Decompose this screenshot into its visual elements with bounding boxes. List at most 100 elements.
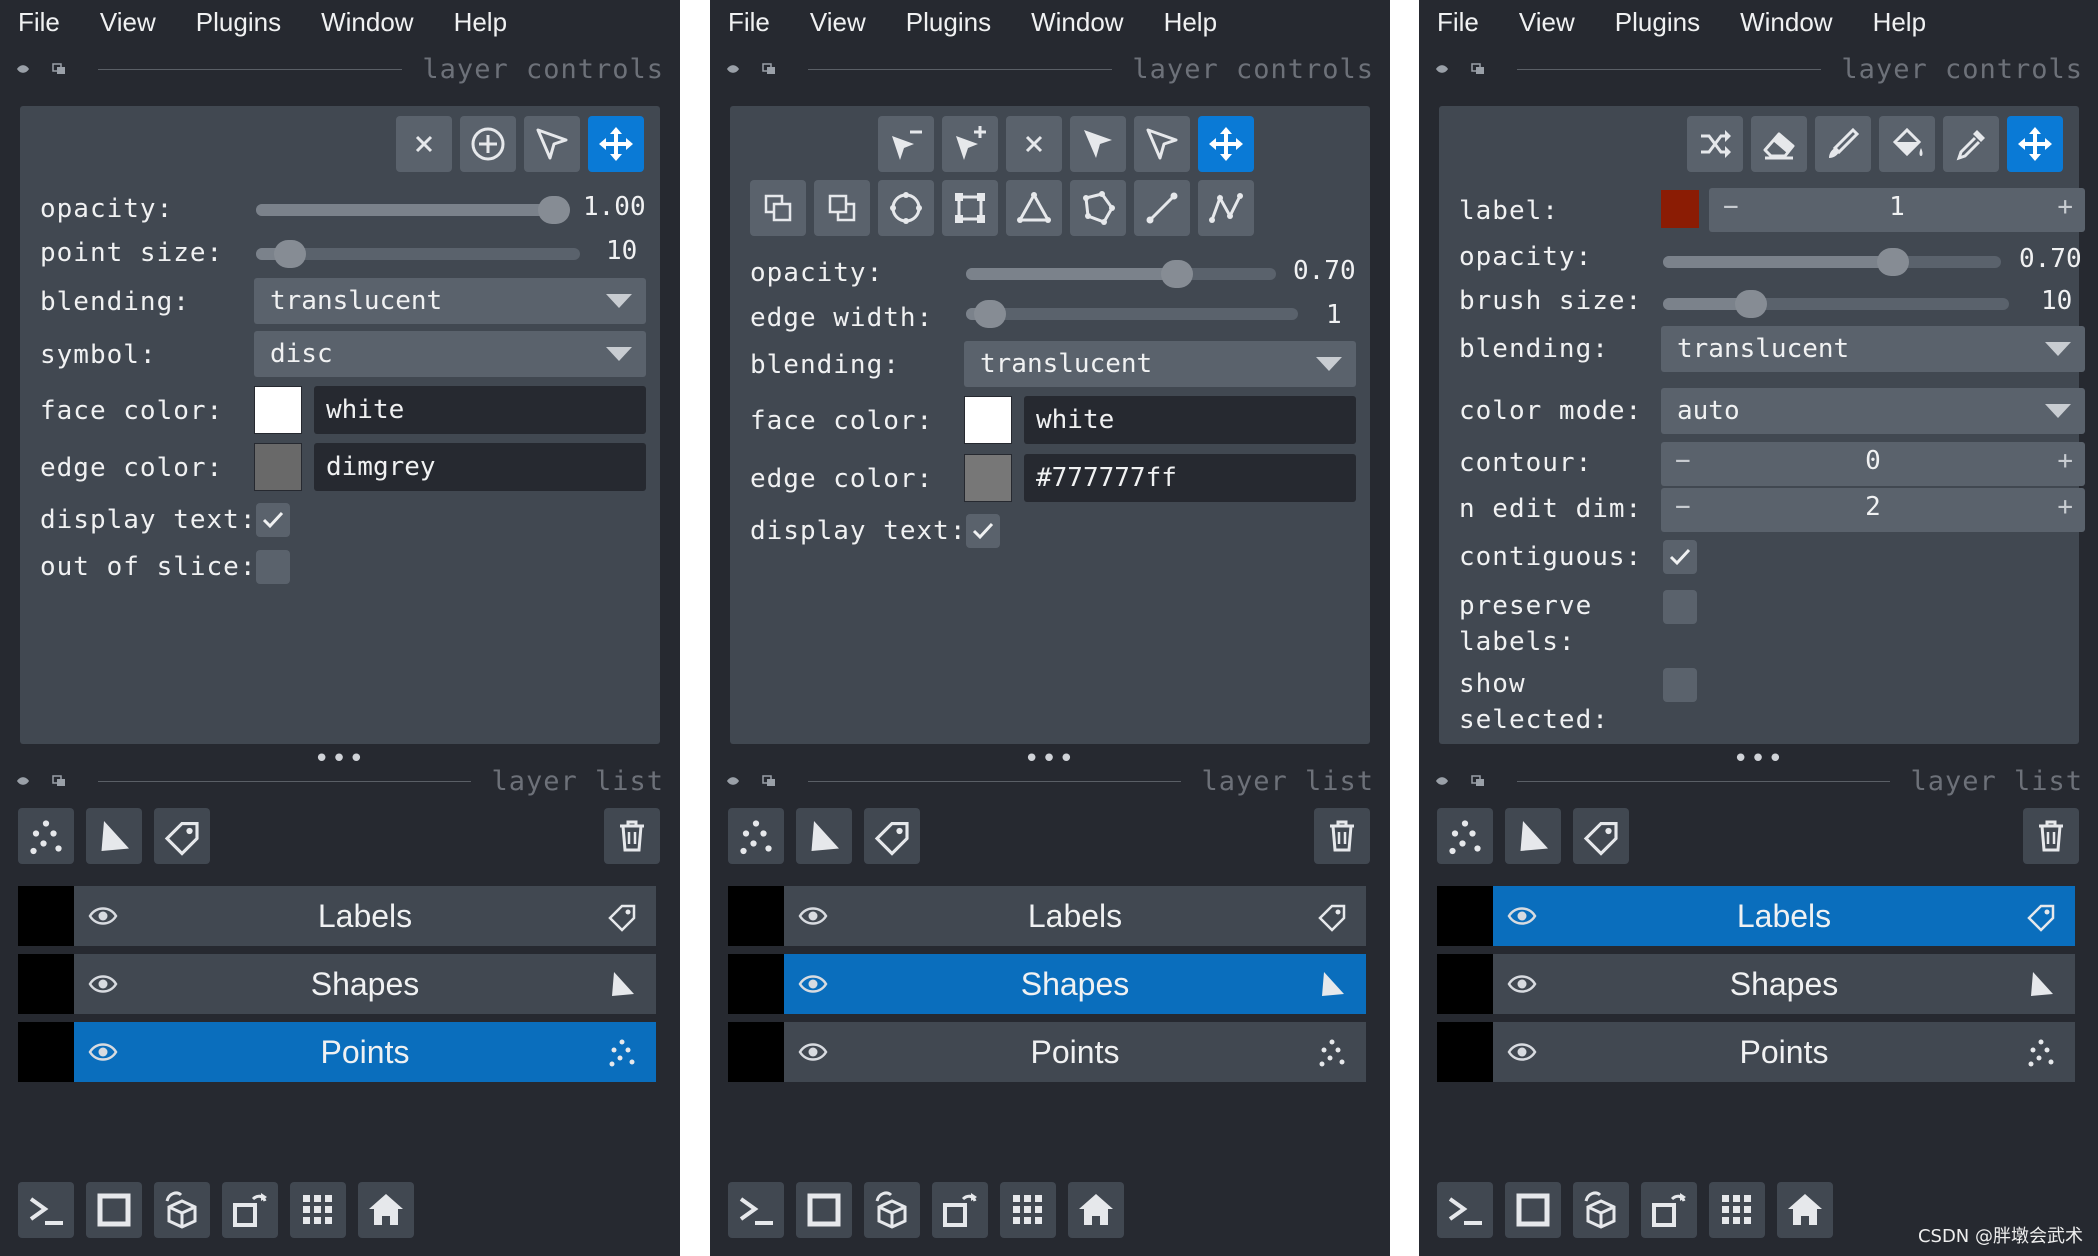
move-front-button[interactable] xyxy=(750,180,806,236)
mini-eye-icon[interactable] xyxy=(726,63,740,75)
erase-button[interactable] xyxy=(1751,116,1807,172)
layer-name[interactable]: Shapes xyxy=(1021,966,1130,1003)
transpose-button[interactable] xyxy=(932,1182,988,1238)
add-ellipse-button[interactable] xyxy=(878,180,934,236)
move-back-button[interactable] xyxy=(814,180,870,236)
home-button[interactable] xyxy=(1068,1182,1124,1238)
menu-view[interactable]: View xyxy=(100,7,156,38)
new-points-layer-button[interactable] xyxy=(1437,808,1493,864)
layer-name[interactable]: Points xyxy=(321,1034,410,1071)
mini-eye-icon[interactable] xyxy=(1435,775,1449,787)
display-text-checkbox[interactable] xyxy=(966,514,1000,548)
layer-row-labels[interactable]: Labels xyxy=(1437,886,2075,946)
layer-row-labels[interactable]: Labels xyxy=(18,886,656,946)
out-of-slice-checkbox[interactable] xyxy=(256,550,290,584)
blending-dropdown[interactable]: translucent xyxy=(964,341,1356,387)
layer-name[interactable]: Shapes xyxy=(311,966,420,1003)
new-points-layer-button[interactable] xyxy=(728,808,784,864)
layer-row-shapes[interactable]: Shapes xyxy=(728,954,1366,1014)
add-line-button[interactable] xyxy=(1134,180,1190,236)
face-color-swatch[interactable] xyxy=(254,386,302,434)
delete-layer-button[interactable] xyxy=(2023,808,2079,864)
float-icon[interactable] xyxy=(52,775,66,787)
edge-color-swatch[interactable] xyxy=(254,443,302,491)
menu-file[interactable]: File xyxy=(1437,7,1479,38)
menu-file[interactable]: File xyxy=(728,7,770,38)
layer-name[interactable]: Labels xyxy=(1028,898,1122,935)
pick-button[interactable] xyxy=(1943,116,1999,172)
opacity-slider[interactable] xyxy=(1663,248,2001,276)
blending-dropdown[interactable]: translucent xyxy=(254,278,646,324)
delete-layer-button[interactable] xyxy=(1314,808,1370,864)
layer-name[interactable]: Points xyxy=(1031,1034,1120,1071)
menu-help[interactable]: Help xyxy=(454,7,507,38)
contour-spinbox[interactable]: −0 + xyxy=(1661,442,2085,486)
layer-name[interactable]: Labels xyxy=(318,898,412,935)
opacity-slider[interactable] xyxy=(256,196,570,224)
symbol-dropdown[interactable]: disc xyxy=(254,331,646,377)
pan-zoom-button[interactable] xyxy=(588,116,644,172)
point-size-slider[interactable] xyxy=(256,240,580,268)
grid-button[interactable] xyxy=(290,1182,346,1238)
console-button[interactable] xyxy=(18,1182,74,1238)
add-path-button[interactable] xyxy=(1198,180,1254,236)
edge-color-input[interactable]: dimgrey xyxy=(314,443,646,491)
grid-button[interactable] xyxy=(1709,1182,1765,1238)
mini-eye-icon[interactable] xyxy=(1435,63,1449,75)
menu-file[interactable]: File xyxy=(18,7,60,38)
edge-color-input[interactable]: #777777ff xyxy=(1024,454,1356,502)
mini-eye-icon[interactable] xyxy=(726,775,740,787)
vertex-remove-button[interactable] xyxy=(878,116,934,172)
float-icon[interactable] xyxy=(762,775,776,787)
home-button[interactable] xyxy=(358,1182,414,1238)
face-color-input[interactable]: white xyxy=(314,386,646,434)
layer-name[interactable]: Shapes xyxy=(1730,966,1839,1003)
n-edit-dim-spinbox[interactable]: −2 + xyxy=(1661,488,2085,532)
console-button[interactable] xyxy=(728,1182,784,1238)
brush-size-slider[interactable] xyxy=(1663,290,2009,318)
transpose-button[interactable] xyxy=(222,1182,278,1238)
menu-view[interactable]: View xyxy=(1519,7,1575,38)
layer-row-points[interactable]: Points xyxy=(18,1022,656,1082)
menu-help[interactable]: Help xyxy=(1873,7,1926,38)
delete-shape-button[interactable] xyxy=(1006,116,1062,172)
shuffle-colors-button[interactable] xyxy=(1687,116,1743,172)
edge-color-swatch[interactable] xyxy=(964,454,1012,502)
layer-row-shapes[interactable]: Shapes xyxy=(1437,954,2075,1014)
menu-help[interactable]: Help xyxy=(1164,7,1217,38)
blending-dropdown[interactable]: translucent xyxy=(1661,326,2085,372)
roll-dims-button[interactable] xyxy=(154,1182,210,1238)
ndisplay-button[interactable] xyxy=(1505,1182,1561,1238)
delete-layer-button[interactable] xyxy=(604,808,660,864)
select-point-button[interactable] xyxy=(524,116,580,172)
preserve-labels-checkbox[interactable] xyxy=(1663,590,1697,624)
contiguous-checkbox[interactable] xyxy=(1663,540,1697,574)
mini-eye-icon[interactable] xyxy=(16,775,30,787)
new-labels-layer-button[interactable] xyxy=(154,808,210,864)
mini-eye-icon[interactable] xyxy=(16,63,30,75)
menu-window[interactable]: Window xyxy=(1031,7,1123,38)
layer-row-points[interactable]: Points xyxy=(728,1022,1366,1082)
float-icon[interactable] xyxy=(762,63,776,75)
opacity-slider[interactable] xyxy=(966,260,1276,288)
label-spinbox[interactable]: −1 + xyxy=(1709,188,2085,232)
console-button[interactable] xyxy=(1437,1182,1493,1238)
layer-row-points[interactable]: Points xyxy=(1437,1022,2075,1082)
display-text-checkbox[interactable] xyxy=(256,503,290,537)
layer-name[interactable]: Labels xyxy=(1737,898,1831,935)
fill-button[interactable] xyxy=(1879,116,1935,172)
show-selected-checkbox[interactable] xyxy=(1663,668,1697,702)
home-button[interactable] xyxy=(1777,1182,1833,1238)
delete-point-button[interactable] xyxy=(396,116,452,172)
roll-dims-button[interactable] xyxy=(1573,1182,1629,1238)
new-shapes-layer-button[interactable] xyxy=(1505,808,1561,864)
float-icon[interactable] xyxy=(52,63,66,75)
paint-button[interactable] xyxy=(1815,116,1871,172)
select-shape-button[interactable] xyxy=(1134,116,1190,172)
new-points-layer-button[interactable] xyxy=(18,808,74,864)
new-labels-layer-button[interactable] xyxy=(864,808,920,864)
transpose-button[interactable] xyxy=(1641,1182,1697,1238)
grid-button[interactable] xyxy=(1000,1182,1056,1238)
float-icon[interactable] xyxy=(1471,775,1485,787)
layer-name[interactable]: Points xyxy=(1740,1034,1829,1071)
